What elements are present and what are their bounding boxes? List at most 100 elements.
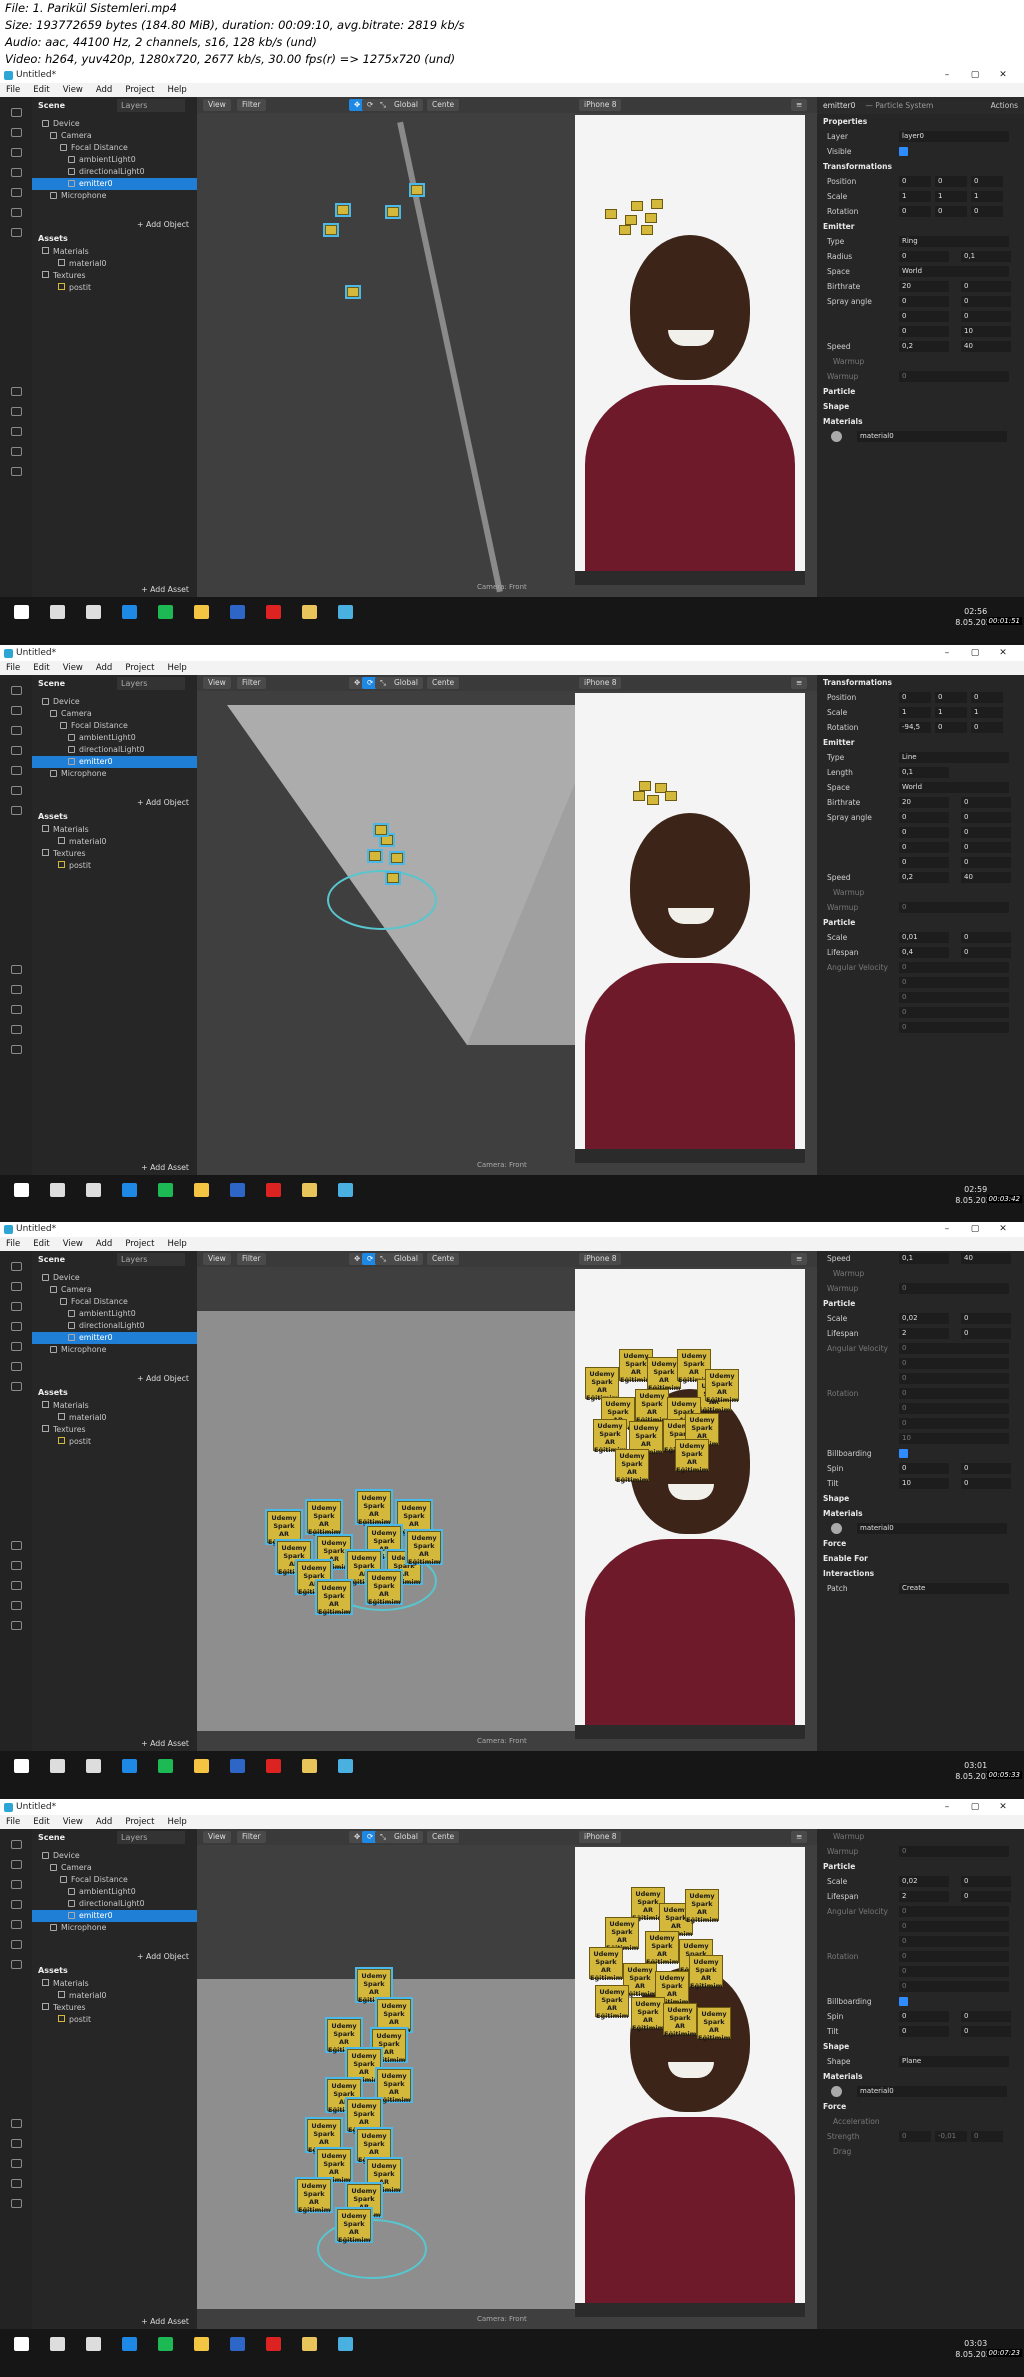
asset-item[interactable]: postit — [58, 1437, 91, 1446]
tool-icon[interactable] — [10, 128, 22, 137]
spotify-icon[interactable] — [158, 1759, 173, 1773]
property-field[interactable]: 0 — [961, 296, 1011, 307]
tab-scene[interactable]: Scene — [38, 675, 65, 692]
search-icon[interactable] — [50, 1759, 65, 1773]
property-field[interactable]: 0,2 — [899, 341, 949, 352]
asset-item[interactable]: material0 — [58, 1413, 107, 1422]
scene-item[interactable]: emitter0 — [32, 1332, 197, 1344]
tool-icon[interactable] — [10, 1362, 22, 1371]
section-header[interactable]: Materials — [823, 1506, 863, 1521]
tool-icon[interactable] — [10, 1282, 22, 1291]
taskview-icon[interactable] — [86, 1183, 101, 1197]
add-object-button[interactable]: + Add Object — [137, 1374, 189, 1383]
property-field[interactable]: 0 — [961, 1478, 1011, 1489]
section-header[interactable]: Force — [823, 2099, 846, 2114]
section-header[interactable]: Transformations — [823, 159, 892, 174]
property-field[interactable]: 10 — [899, 1433, 1009, 1444]
scene-item[interactable]: Camera — [32, 708, 197, 720]
section-header[interactable]: Particle — [823, 915, 855, 930]
close-button[interactable]: ✕ — [990, 68, 1018, 83]
taskview-icon[interactable] — [86, 605, 101, 619]
menu-help[interactable]: Help — [167, 1239, 186, 1249]
tool-icon[interactable] — [10, 2179, 22, 2188]
tool-icon[interactable] — [10, 2159, 22, 2168]
section-header[interactable]: Enable For — [823, 1551, 868, 1566]
tab-layers[interactable]: Layers — [117, 1831, 185, 1844]
tab-scene[interactable]: Scene — [38, 1251, 65, 1268]
subsection-header[interactable]: Drag — [833, 2144, 851, 2159]
asset-item[interactable]: postit — [58, 283, 91, 292]
menu-edit[interactable]: Edit — [33, 85, 49, 95]
property-field[interactable]: 0 — [961, 1313, 1011, 1324]
tool-icon[interactable] — [10, 108, 22, 117]
section-header[interactable]: Emitter — [823, 219, 854, 234]
view-dropdown[interactable]: View — [203, 677, 231, 689]
property-field[interactable]: 0 — [899, 1283, 1009, 1294]
menu-view[interactable]: View — [63, 1239, 83, 1249]
property-field[interactable]: 0 — [899, 842, 949, 853]
property-field[interactable]: 0 — [899, 1403, 1009, 1414]
property-field[interactable]: 0 — [961, 1891, 1011, 1902]
property-field[interactable]: 1 — [935, 707, 967, 718]
property-field[interactable]: 0 — [961, 797, 1011, 808]
maximize-button[interactable]: ▢ — [962, 646, 990, 661]
property-field[interactable]: 0,1 — [899, 1253, 949, 1264]
photoshop-icon[interactable] — [230, 1183, 245, 1197]
property-field[interactable]: 40 — [961, 872, 1011, 883]
center-toggle[interactable]: Cente — [427, 99, 460, 111]
tool-icon[interactable] — [10, 1561, 22, 1570]
property-field[interactable]: 0 — [961, 827, 1011, 838]
spotify-icon[interactable] — [158, 2337, 173, 2351]
menu-add[interactable]: Add — [96, 1239, 112, 1249]
menu-view[interactable]: View — [63, 663, 83, 673]
spotify-icon[interactable] — [158, 1183, 173, 1197]
property-field[interactable]: 0 — [961, 857, 1011, 868]
add-object-button[interactable]: + Add Object — [137, 798, 189, 807]
tab-layers[interactable]: Layers — [117, 1253, 185, 1266]
tool-icon[interactable] — [10, 1382, 22, 1391]
asset-item[interactable]: Textures — [42, 1425, 86, 1434]
tool-icon[interactable] — [10, 1621, 22, 1630]
scene-item[interactable]: Microphone — [32, 190, 197, 202]
checkbox[interactable] — [899, 1997, 908, 2006]
viewport-menu-icon[interactable]: ≡ — [791, 677, 808, 689]
property-field[interactable]: 0 — [899, 1951, 1009, 1962]
property-field[interactable]: 0 — [899, 1373, 1009, 1384]
scene-item[interactable]: Focal Distance — [32, 1874, 197, 1886]
property-field[interactable]: 0 — [961, 842, 1011, 853]
scene-item[interactable]: Camera — [32, 130, 197, 142]
property-field[interactable]: 0 — [899, 962, 1009, 973]
property-field[interactable]: 0,01 — [899, 932, 949, 943]
subsection-header[interactable]: Warmup — [833, 354, 864, 369]
property-field[interactable]: 0 — [935, 176, 967, 187]
asset-item[interactable]: Textures — [42, 271, 86, 280]
checkbox[interactable] — [899, 1449, 908, 1458]
section-header[interactable]: Shape — [823, 2039, 849, 2054]
property-field[interactable]: 40 — [961, 1253, 1011, 1264]
maximize-button[interactable]: ▢ — [962, 1800, 990, 1815]
scene-item[interactable]: ambientLight0 — [32, 1308, 197, 1320]
menu-add[interactable]: Add — [96, 663, 112, 673]
viewport-menu-icon[interactable]: ≡ — [791, 1253, 808, 1265]
tool-icon[interactable] — [10, 1581, 22, 1590]
property-field[interactable]: 0 — [899, 251, 949, 262]
tool-icon[interactable] — [10, 746, 22, 755]
property-field[interactable]: 0 — [899, 812, 949, 823]
minimize-button[interactable]: – — [934, 68, 962, 83]
property-field[interactable]: 0 — [961, 281, 1011, 292]
property-field[interactable]: World — [899, 266, 1009, 277]
property-field[interactable]: 0 — [935, 722, 967, 733]
tool-icon[interactable] — [10, 1601, 22, 1610]
property-field[interactable]: material0 — [857, 431, 1007, 442]
property-field[interactable]: 40 — [961, 341, 1011, 352]
scene-item[interactable]: emitter0 — [32, 756, 197, 768]
property-field[interactable]: 0 — [899, 1358, 1009, 1369]
asset-item[interactable]: material0 — [58, 837, 107, 846]
tool-icon[interactable] — [10, 208, 22, 217]
property-field[interactable]: 0 — [899, 2131, 931, 2142]
property-field[interactable]: 0 — [961, 311, 1011, 322]
tool-icon[interactable] — [10, 766, 22, 775]
add-asset-button[interactable]: + Add Asset — [141, 585, 189, 594]
property-field[interactable]: 0 — [899, 1022, 1009, 1033]
tab-scene[interactable]: Scene — [38, 1829, 65, 1846]
